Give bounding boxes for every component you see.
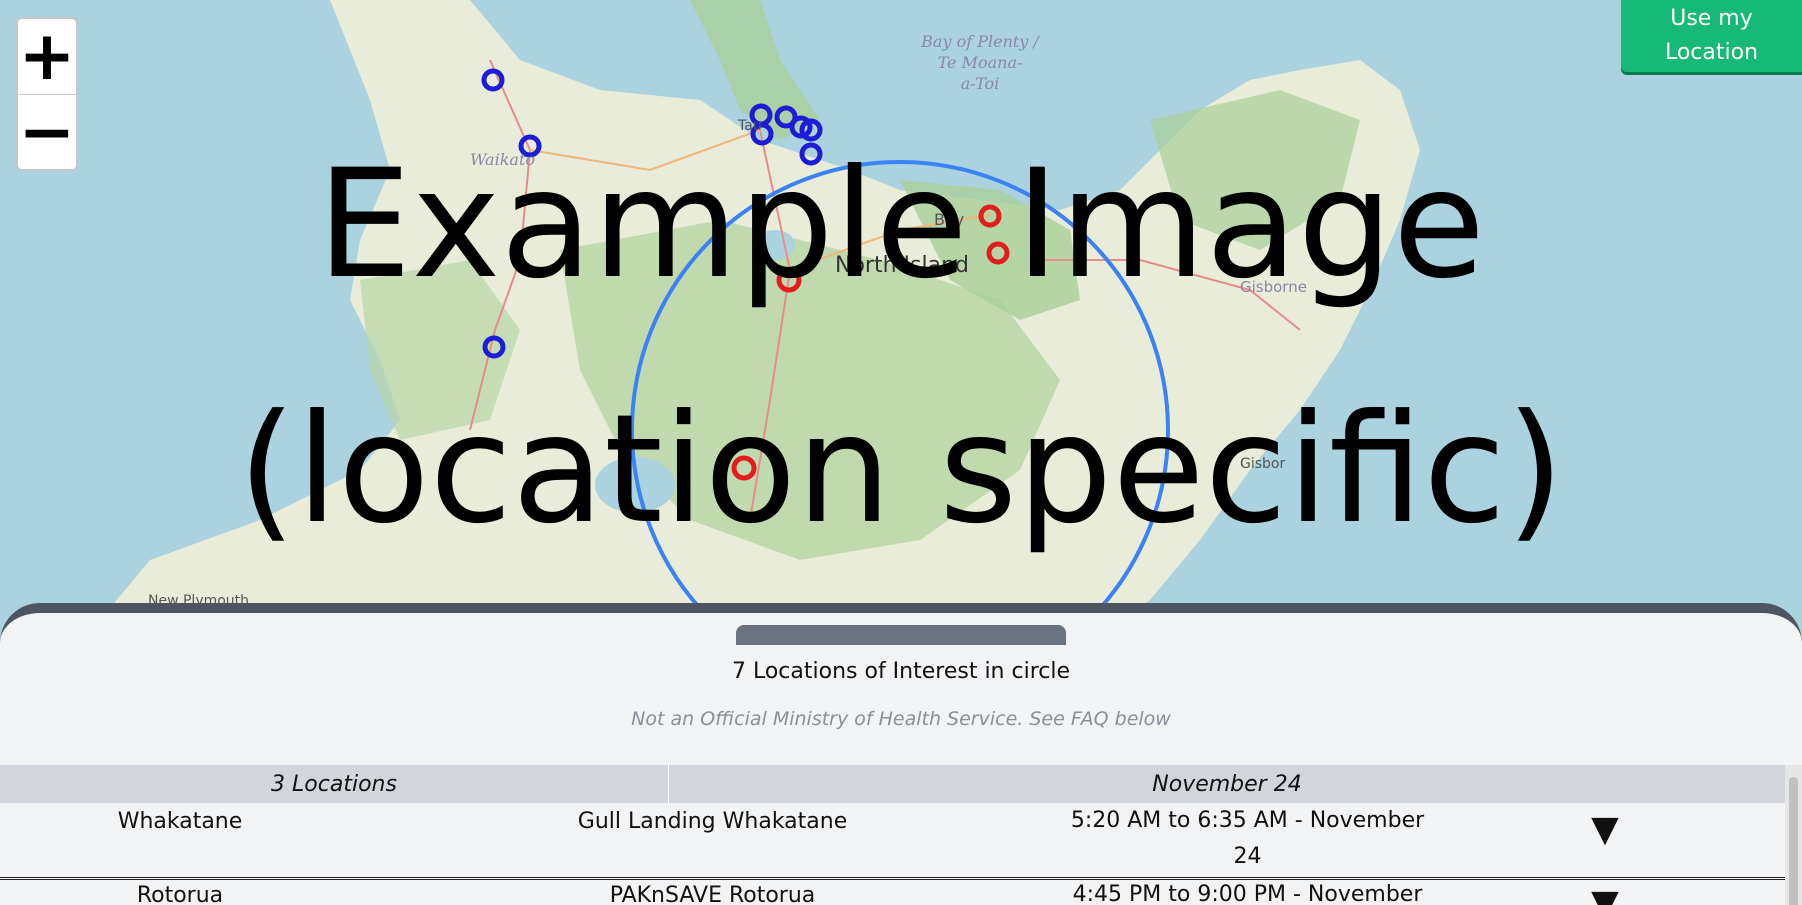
expand-arrow-icon[interactable]: ▼ bbox=[1587, 883, 1623, 905]
map-tiles: Bay of Plenty / Te Moana- a-Toi Waikato … bbox=[0, 0, 1802, 620]
panel-drag-handle[interactable] bbox=[736, 625, 1066, 645]
map-label-north-island: North Island bbox=[835, 253, 969, 278]
row-time: 5:20 AM to 6:35 AM - November 24 bbox=[1070, 808, 1425, 869]
map-view[interactable]: Bay of Plenty / Te Moana- a-Toi Waikato … bbox=[0, 0, 1802, 620]
map-label-bay-of-plenty-2: Te Moana- bbox=[938, 53, 1023, 72]
map-label-bay-of-plenty-3: a-Toi bbox=[961, 74, 1000, 93]
panel-scrollbar[interactable] bbox=[1785, 765, 1802, 905]
zoom-in-button[interactable]: + bbox=[18, 19, 76, 95]
map-label-bay: Bay bbox=[934, 210, 964, 229]
row-place: Gull Landing Whakatane bbox=[577, 809, 848, 834]
map-label-gisborne-town: Gisbor bbox=[1240, 456, 1285, 472]
use-my-location-button[interactable]: Use my Location bbox=[1621, 0, 1802, 72]
map-label-tauranga: Tau bbox=[737, 118, 762, 134]
group-header-date: November 24 bbox=[1152, 771, 1302, 797]
scrollbar-thumb[interactable] bbox=[1789, 777, 1798, 905]
row-location: Whakatane bbox=[117, 809, 243, 834]
row-place: PAKnSAVE Rotorua bbox=[609, 883, 816, 905]
map-label-waikato: Waikato bbox=[470, 150, 535, 169]
results-panel: 7 Locations of Interest in circle Not an… bbox=[0, 603, 1802, 905]
zoom-control: + − bbox=[16, 17, 78, 171]
disclaimer-text: Not an Official Ministry of Health Servi… bbox=[631, 708, 1171, 730]
group-header: 3 Locations November 24 bbox=[0, 765, 1785, 803]
zoom-out-button[interactable]: − bbox=[18, 95, 76, 170]
locations-count: 7 Locations of Interest in circle bbox=[731, 659, 1071, 684]
table-row[interactable]: Rotorua PAKnSAVE Rotorua 4:45 PM to 9:00… bbox=[0, 881, 1785, 905]
row-time: 4:45 PM to 9:00 PM - November bbox=[1072, 882, 1423, 905]
map-label-bay-of-plenty-1: Bay of Plenty / bbox=[920, 32, 1040, 51]
table-row[interactable]: Whakatane Gull Landing Whakatane 5:20 AM… bbox=[0, 803, 1785, 880]
group-header-locations: 3 Locations bbox=[0, 765, 669, 803]
expand-arrow-icon[interactable]: ▼ bbox=[1587, 809, 1623, 850]
row-location: Rotorua bbox=[136, 883, 224, 905]
map-label-gisborne: Gisborne bbox=[1240, 278, 1307, 296]
